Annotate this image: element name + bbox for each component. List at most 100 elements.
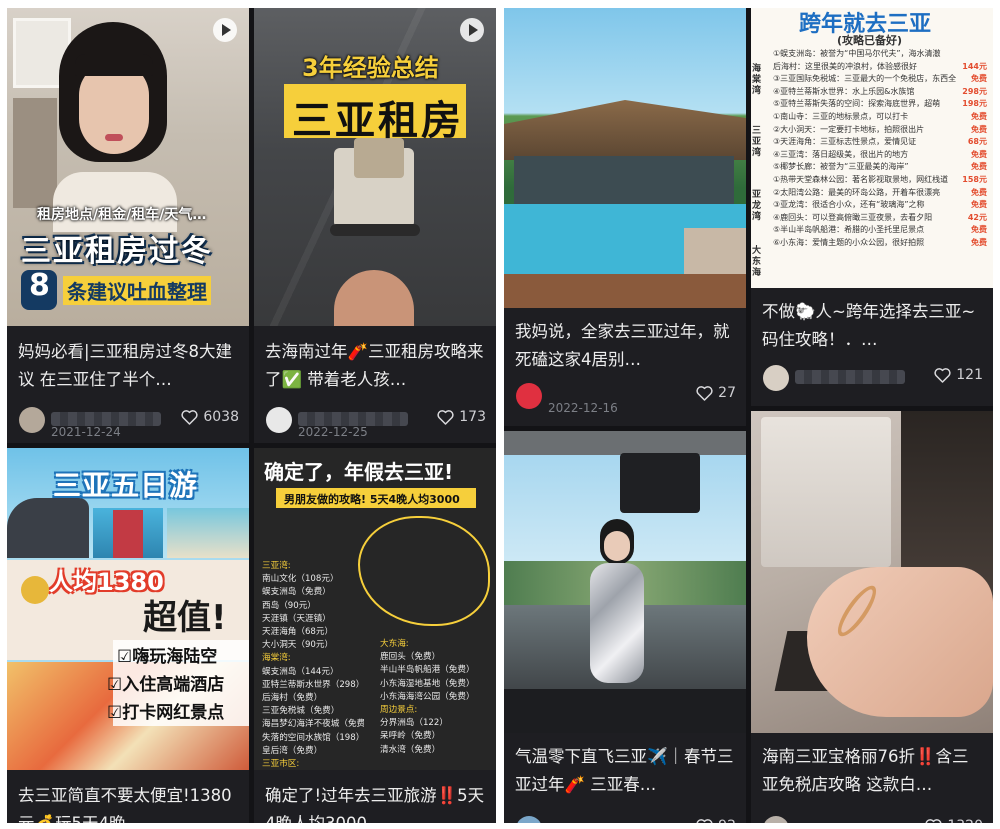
note-date: 2022-12-25 — [298, 425, 368, 439]
note-meta: 1320 — [763, 815, 983, 823]
author-avatar[interactable] — [763, 365, 789, 391]
note-title[interactable]: 去海南过年🧨三亚租房攻略来了✅ 带着老人孩… — [265, 338, 487, 394]
author-name-blurred[interactable] — [298, 412, 408, 426]
note-meta: 2021-12-24 6038 — [19, 406, 239, 439]
note-meta: 2022-12-16 27 — [516, 382, 736, 415]
hand-shape — [807, 567, 993, 717]
group-label: 亚龙湾 — [752, 190, 762, 222]
note-title[interactable]: 去三亚简直不要太便宜!1380元💰玩5天4晚 — [18, 782, 240, 823]
guide-line: 天涯海角（68元） — [262, 627, 334, 638]
like-count: 173 — [459, 409, 486, 425]
note-cover-image — [504, 8, 746, 308]
note-cover-image: 租房地点/租金/租车/天气… 三亚租房过冬 8 条建议吐血整理 — [7, 8, 249, 326]
guide-table: ①蜈支洲岛：被誉为“中国马尔代夫”，海水清澈 后海村：这里很美的冲浪村，体验感很… — [773, 49, 987, 247]
section-heading: 海棠湾: — [262, 653, 291, 664]
cover-subline: 条建议吐血整理 — [63, 276, 211, 305]
note-card[interactable]: 3年经验总结 三亚租房 去海南过年🧨三亚租房攻略来了✅ 带着老人孩… 2022-… — [254, 8, 496, 443]
group-label: 海棠湾 — [752, 64, 762, 96]
guide-line: 皇后湾（免费） — [262, 745, 323, 756]
author-name-blurred[interactable] — [795, 370, 905, 384]
heart-icon — [934, 367, 951, 383]
like-button[interactable]: 6038 — [181, 409, 239, 425]
like-count: 1320 — [947, 818, 983, 823]
heart-icon — [925, 818, 942, 823]
cover-line1: 3年经验总结 — [302, 54, 439, 82]
guide-line: 清水湾（免费） — [380, 744, 441, 755]
map-outline — [358, 516, 490, 626]
note-title[interactable]: 确定了!过年去三亚旅游‼️5天4晚人均3000 — [265, 782, 487, 823]
video-play-icon — [213, 18, 237, 42]
section-heading: 周边景点: — [380, 705, 418, 716]
cover-headline: 三亚租房过冬 — [21, 234, 213, 269]
cover-value: 超值! — [143, 598, 227, 638]
note-title[interactable]: 妈妈必看|三亚租房过冬8大建议 在三亚住了半个… — [18, 338, 240, 394]
guide-line: 后海村（免费） — [262, 693, 323, 704]
note-cover-image: 3年经验总结 三亚租房 — [254, 8, 496, 326]
like-button[interactable]: 173 — [437, 409, 486, 425]
guide-line: 海昌梦幻海洋不夜城（免费） — [262, 719, 364, 730]
guide-line: 失落的空间水族馆（198） — [262, 732, 364, 743]
like-count: 27 — [718, 385, 736, 401]
note-card[interactable]: 气温零下直飞三亚✈️｜春节三亚过年🧨 三亚春… 92 — [504, 431, 746, 823]
guide-line: 大小洞天（90元） — [262, 640, 334, 651]
note-cover-image: 确定了，年假去三亚! 男朋友做的攻略! 5天4晚人均3000 三亚湾: 南山文化… — [254, 448, 496, 770]
like-count: 121 — [956, 367, 983, 383]
cover-item: ☑打卡网红景点 — [107, 703, 225, 723]
author-avatar[interactable] — [516, 383, 542, 409]
guide-line: 亚特兰蒂斯水世界（298） — [262, 679, 364, 690]
heart-icon — [696, 385, 713, 401]
guide-line: 鹿回头（免费） — [380, 652, 441, 663]
cover-headline: 确定了，年假去三亚! — [264, 460, 454, 484]
like-count: 6038 — [203, 409, 239, 425]
like-button[interactable]: 92 — [696, 818, 736, 823]
like-count: 92 — [718, 818, 736, 823]
cover-item: ☑嗨玩海陆空 — [117, 647, 218, 667]
money-bag-icon — [21, 576, 49, 604]
cover-subtitle: 男朋友做的攻略! 5天4晚人均3000 — [284, 493, 460, 506]
guide-line: 蜈支洲岛（免费） — [262, 587, 331, 598]
guide-line: 三亚免税城（免费） — [262, 706, 340, 717]
note-card[interactable]: 租房地点/租金/租车/天气… 三亚租房过冬 8 条建议吐血整理 妈妈必看|三亚租… — [7, 8, 249, 443]
note-meta: 2022-12-25 173 — [266, 406, 486, 439]
note-date: 2021-12-24 — [51, 425, 121, 439]
guide-line: 分界洲岛（122） — [380, 718, 448, 729]
note-card[interactable]: 海南三亚宝格丽76折‼️含三亚免税店攻略 这款白… 1320 — [751, 411, 993, 823]
like-button[interactable]: 27 — [696, 385, 736, 401]
person-figure — [47, 22, 177, 232]
cover-item: ☑入住高端酒店 — [107, 675, 225, 695]
like-button[interactable]: 1320 — [925, 818, 983, 823]
note-card[interactable]: 三亚五日游 人均1380 超值! ☑嗨玩海陆空 ☑入住高端酒店 ☑打卡网红景点 … — [7, 448, 249, 823]
guide-line: 天涯镇（天涯镇） — [262, 613, 331, 624]
heart-icon — [181, 409, 198, 425]
note-card[interactable]: 跨年就去三亚 (攻略已备好) 海棠湾 三亚湾 亚龙湾 大东海 ①蜈支洲岛：被誉为… — [751, 8, 993, 406]
note-title[interactable]: 气温零下直飞三亚✈️｜春节三亚过年🧨 三亚春… — [515, 743, 737, 799]
guide-line: 蜈支洲岛（144元） — [262, 666, 339, 677]
cover-headline: 三亚五日游 — [53, 469, 199, 502]
author-avatar[interactable] — [763, 816, 789, 823]
section-heading: 三亚湾: — [262, 561, 291, 571]
group-label: 三亚湾 — [752, 126, 762, 158]
note-title[interactable]: 不做🐑人~跨年选择去三亚~码住攻略！．… — [762, 298, 984, 354]
note-cover-image — [751, 411, 993, 733]
author-avatar[interactable] — [266, 407, 292, 433]
guide-line: 半山半岛帆船港（免费） — [380, 665, 475, 676]
note-card[interactable]: 我妈说，全家去三亚过年，就死磕这家4居别… 2022-12-16 27 — [504, 8, 746, 426]
guide-list-right: 大东海: 鹿回头（免费） 半山半岛帆船港（免费） 小东海湿地基地（免费） 小东海… — [380, 638, 492, 757]
note-title[interactable]: 我妈说，全家去三亚过年，就死磕这家4居别… — [515, 318, 737, 374]
guide-line: 呆呼岭（免费） — [380, 731, 441, 742]
note-cover-image: 跨年就去三亚 (攻略已备好) 海棠湾 三亚湾 亚龙湾 大东海 ①蜈支洲岛：被誉为… — [751, 8, 993, 288]
cover-line2: 三亚租房 — [292, 98, 464, 144]
feed-panel-left: 租房地点/租金/租车/天气… 三亚租房过冬 8 条建议吐血整理 妈妈必看|三亚租… — [7, 8, 496, 823]
author-avatar[interactable] — [19, 407, 45, 433]
cover-number: 8 — [29, 268, 50, 303]
guide-line: 小东海海湾公园（免费） — [380, 691, 475, 702]
note-card[interactable]: 确定了，年假去三亚! 男朋友做的攻略! 5天4晚人均3000 三亚湾: 南山文化… — [254, 448, 496, 823]
guide-line: 南山文化（108元） — [262, 574, 339, 585]
guide-list-left: 三亚湾: 南山文化（108元） 蜈支洲岛（免费） 西岛（90元） 天涯镇（天涯镇… — [262, 560, 364, 770]
note-title[interactable]: 海南三亚宝格丽76折‼️含三亚免税店攻略 这款白… — [762, 743, 984, 799]
section-heading: 三亚市区: — [262, 759, 300, 770]
like-button[interactable]: 121 — [934, 367, 983, 383]
author-avatar[interactable] — [516, 816, 542, 823]
author-name-blurred[interactable] — [51, 412, 161, 426]
video-play-icon — [460, 18, 484, 42]
